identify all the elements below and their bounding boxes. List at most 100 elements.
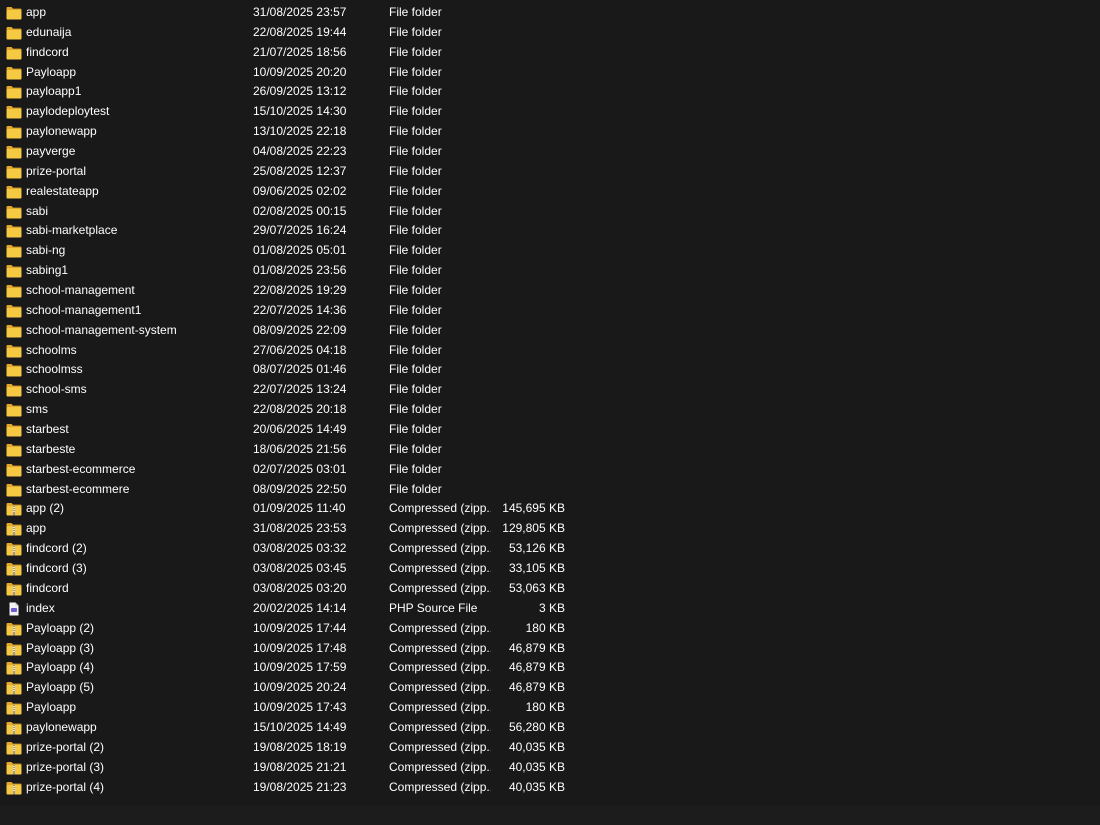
folder-icon	[6, 440, 22, 460]
file-row[interactable]: school-management-system 08/09/2025 22:09…	[0, 321, 1100, 341]
file-name: prize-portal (2)	[26, 739, 105, 754]
file-type: Compressed (zipp...	[389, 640, 491, 655]
status-bar	[0, 806, 1100, 825]
zip-folder-icon	[6, 579, 22, 599]
file-date-modified: 19/08/2025 21:23	[253, 779, 347, 794]
file-row[interactable]: sabi 02/08/2025 00:15 File folder	[0, 202, 1100, 222]
file-date-modified: 19/08/2025 21:21	[253, 759, 347, 774]
file-row[interactable]: prize-portal 25/08/2025 12:37 File folder	[0, 162, 1100, 182]
folder-icon	[6, 162, 22, 182]
file-row[interactable]: payloapp1 26/09/2025 13:12 File folder	[0, 82, 1100, 102]
file-size	[480, 281, 565, 301]
zip-folder-icon	[6, 758, 22, 778]
file-row[interactable]: Payloapp (5) 10/09/2025 20:24 Compressed (…	[0, 678, 1100, 698]
file-date-modified: 03/08/2025 03:45	[253, 561, 347, 576]
folder-icon	[6, 400, 22, 420]
file-name: sabi	[26, 203, 49, 218]
file-row[interactable]: findcord 03/08/2025 03:20 Compressed (zipp…	[0, 579, 1100, 599]
file-row[interactable]: prize-portal (4) 19/08/2025 21:23 Compress…	[0, 778, 1100, 798]
file-type: Compressed (zipp...	[389, 620, 491, 635]
file-row[interactable]: app (2) 01/09/2025 11:40 Compressed (zipp.…	[0, 499, 1100, 519]
file-name: starbest	[26, 422, 69, 437]
file-type: File folder	[389, 243, 442, 258]
file-row[interactable]: schoolms 27/06/2025 04:18 File folder	[0, 341, 1100, 361]
file-type: File folder	[389, 302, 442, 317]
file-name: Payloapp	[26, 700, 77, 715]
file-name: starbeste	[26, 441, 76, 456]
file-row[interactable]: school-management 22/08/2025 19:29 File fo…	[0, 281, 1100, 301]
file-date-modified: 03/08/2025 03:32	[253, 541, 347, 556]
file-type: File folder	[389, 342, 442, 357]
file-row[interactable]: paylodeploytest 15/10/2025 14:30 File fold…	[0, 102, 1100, 122]
file-size	[480, 480, 565, 500]
zip-folder-icon	[6, 519, 22, 539]
file-row[interactable]: Payloapp (3) 10/09/2025 17:48 Compressed (…	[0, 639, 1100, 659]
file-name: sabi-ng	[26, 243, 66, 258]
file-row[interactable]: starbest-ecommerce 02/07/2025 03:01 File f…	[0, 460, 1100, 480]
file-row[interactable]: app 31/08/2025 23:53 Compressed (zipp... 12…	[0, 519, 1100, 539]
file-size	[480, 82, 565, 102]
file-name: starbest-ecommerce	[26, 461, 136, 476]
file-row[interactable]: sabi-marketplace 29/07/2025 16:24 File fol…	[0, 221, 1100, 241]
file-row[interactable]: Payloapp 10/09/2025 17:43 Compressed (zipp…	[0, 698, 1100, 718]
file-row[interactable]: app 31/08/2025 23:57 File folder	[0, 3, 1100, 23]
file-size	[480, 63, 565, 83]
file-type: File folder	[389, 44, 442, 59]
file-row[interactable]: starbest-ecommere 08/09/2025 22:50 File fo…	[0, 480, 1100, 500]
file-row[interactable]: Payloapp (2) 10/09/2025 17:44 Compressed (…	[0, 619, 1100, 639]
file-date-modified: 20/06/2025 14:49	[253, 422, 347, 437]
file-size	[480, 23, 565, 43]
file-date-modified: 27/06/2025 04:18	[253, 342, 347, 357]
file-size	[480, 122, 565, 142]
file-size: 33,105 KB	[508, 561, 565, 576]
file-row[interactable]: starbest 20/06/2025 14:49 File folder	[0, 420, 1100, 440]
file-row[interactable]: schoolmss 08/07/2025 01:46 File folder	[0, 360, 1100, 380]
file-size	[480, 182, 565, 202]
file-type: PHP Source File	[389, 600, 478, 615]
file-size	[480, 301, 565, 321]
file-row[interactable]: findcord (3) 03/08/2025 03:45 Compressed (…	[0, 559, 1100, 579]
file-name: schoolmss	[26, 362, 83, 377]
file-row[interactable]: Payloapp (4) 10/09/2025 17:59 Compressed (…	[0, 658, 1100, 678]
folder-icon	[6, 301, 22, 321]
file-row[interactable]: realestateapp 09/06/2025 02:02 File folder	[0, 182, 1100, 202]
file-date-modified: 08/09/2025 22:09	[253, 322, 347, 337]
file-row[interactable]: paylonewapp 15/10/2025 14:49 Compressed (z…	[0, 718, 1100, 738]
file-row[interactable]: index 20/02/2025 14:14 PHP Source File 3 KB	[0, 599, 1100, 619]
file-row[interactable]: Payloapp 10/09/2025 20:20 File folder	[0, 63, 1100, 83]
file-name: prize-portal (3)	[26, 759, 105, 774]
file-row[interactable]: sabing1 01/08/2025 23:56 File folder	[0, 261, 1100, 281]
file-date-modified: 19/08/2025 18:19	[253, 739, 347, 754]
file-name: sms	[26, 402, 48, 417]
file-row[interactable]: starbeste 18/06/2025 21:56 File folder	[0, 440, 1100, 460]
file-size: 180 KB	[525, 620, 565, 635]
folder-icon	[6, 360, 22, 380]
file-date-modified: 01/09/2025 11:40	[253, 501, 346, 516]
file-size: 129,805 KB	[502, 521, 565, 536]
file-type: Compressed (zipp...	[389, 580, 491, 595]
file-name: findcord	[26, 580, 69, 595]
file-row[interactable]: prize-portal (3) 19/08/2025 21:21 Compress…	[0, 758, 1100, 778]
file-type: File folder	[389, 203, 442, 218]
file-size	[480, 202, 565, 222]
file-type: Compressed (zipp...	[389, 501, 491, 516]
file-name: payloapp1	[26, 84, 82, 99]
file-date-modified: 31/08/2025 23:57	[253, 5, 347, 19]
file-row[interactable]: school-sms 22/07/2025 13:24 File folder	[0, 380, 1100, 400]
file-row[interactable]: sabi-ng 01/08/2025 05:01 File folder	[0, 241, 1100, 261]
file-row[interactable]: paylonewapp 13/10/2025 22:18 File folder	[0, 122, 1100, 142]
file-row[interactable]: sms 22/08/2025 20:18 File folder	[0, 400, 1100, 420]
zip-folder-icon	[6, 619, 22, 639]
file-row[interactable]: edunaija 22/08/2025 19:44 File folder	[0, 23, 1100, 43]
file-type: File folder	[389, 382, 442, 397]
file-size: 3 KB	[538, 600, 565, 615]
file-row[interactable]: prize-portal (2) 19/08/2025 18:19 Compress…	[0, 738, 1100, 758]
file-type: File folder	[389, 223, 442, 238]
file-size	[480, 102, 565, 122]
file-size: 145,695 KB	[502, 501, 565, 516]
file-row[interactable]: school-management1 22/07/2025 14:36 File f…	[0, 301, 1100, 321]
file-row[interactable]: findcord 21/07/2025 18:56 File folder	[0, 43, 1100, 63]
file-size: 46,879 KB	[508, 660, 565, 675]
file-row[interactable]: findcord (2) 03/08/2025 03:32 Compressed (…	[0, 539, 1100, 559]
file-row[interactable]: payverge 04/08/2025 22:23 File folder	[0, 142, 1100, 162]
